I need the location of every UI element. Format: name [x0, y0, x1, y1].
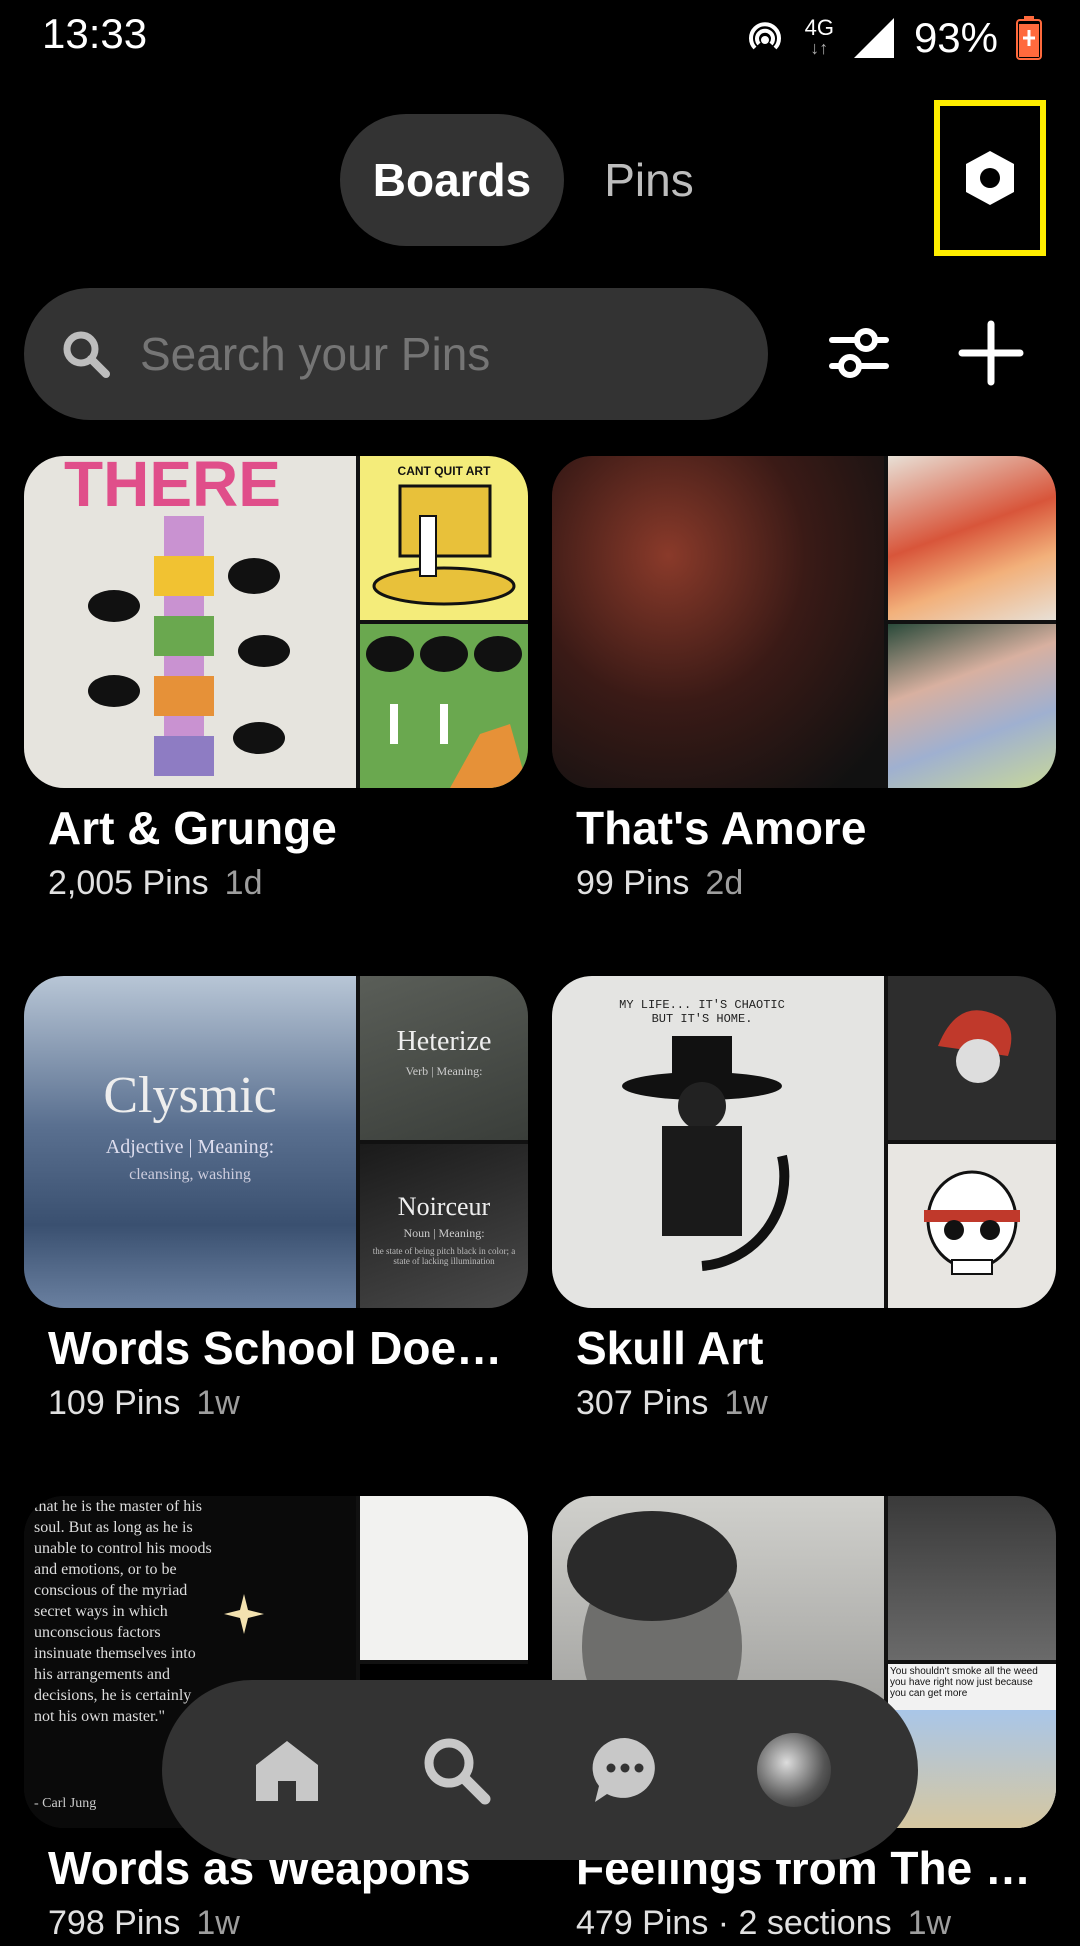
status-bar: 13:33 4G ↓↑ 93%	[0, 0, 1080, 76]
board-image	[360, 624, 528, 788]
nav-messages[interactable]	[585, 1730, 665, 1810]
board-title: That's Amore	[576, 802, 867, 854]
board-age: 1w	[724, 1384, 768, 1422]
nav-search[interactable]	[416, 1730, 496, 1810]
board-image	[888, 1496, 1056, 1660]
board-meta: 479 Pins · 2 sections 1w	[576, 1900, 1056, 1946]
tab-boards[interactable]: Boards	[340, 114, 564, 246]
status-time: 13:33	[42, 10, 148, 57]
board-image: Noirceur Noun | Meaning: the state of be…	[360, 1144, 528, 1308]
board-age: 2d	[705, 864, 744, 902]
board-cover-image: MY LIFE... IT'S CHAOTIC BUT IT'S HOME.	[552, 976, 884, 1308]
board-meta: 109 Pins 1w	[48, 1380, 528, 1426]
board-age: 1d	[224, 864, 263, 902]
board-image: CANT QUIT ART	[360, 456, 528, 620]
filter-icon	[829, 328, 889, 378]
bottom-navigation	[162, 1680, 918, 1860]
skull-artwork	[924, 1170, 1020, 1275]
totem-artwork: THERE	[64, 456, 290, 776]
data-arrows-icon: ↓↑	[810, 38, 829, 58]
board-image	[888, 456, 1056, 620]
signal-icon	[853, 18, 894, 58]
pin-count: 2,005 Pins	[48, 864, 209, 902]
tile-caption: MY LIFE... IT'S CHAOTIC BUT IT'S HOME.	[619, 998, 785, 1026]
board-age: 1w	[196, 1904, 240, 1942]
search-icon	[63, 331, 110, 378]
comic-artwork	[366, 636, 528, 788]
tile-caption: the state of being pitch black in color;…	[372, 1246, 516, 1266]
board-age: 1w	[907, 1904, 952, 1942]
svg-text:THERE: THERE	[64, 456, 281, 520]
board-title: Art & Grunge	[48, 802, 337, 854]
board-image	[360, 1496, 528, 1660]
pin-count: 109 Pins	[48, 1384, 181, 1422]
tile-caption: Noun | Meaning:	[403, 1226, 485, 1240]
board-card[interactable]: THERE CANT QUIT ART Art & Grunge 2,005 P…	[24, 456, 528, 906]
board-collage[interactable]: MY LIFE... IT'S CHAOTIC BUT IT'S HOME.	[552, 976, 1056, 1308]
tile-caption: You shouldn't smoke all the weed you hav…	[890, 1666, 1038, 1699]
board-title: Words School Does…	[48, 1322, 518, 1374]
comic-artwork	[372, 484, 516, 606]
tile-caption: cleansing, washing	[129, 1166, 251, 1183]
board-cover-image	[552, 456, 884, 788]
board-cover-image: Clysmic Adjective | Meaning: cleansing, …	[24, 976, 356, 1308]
pin-count: 307 Pins	[576, 1384, 709, 1422]
tile-word: Noirceur	[397, 1192, 491, 1221]
tile-caption: Verb | Meaning:	[405, 1064, 483, 1078]
search-nav-icon	[424, 1738, 490, 1805]
board-collage[interactable]	[552, 456, 1056, 788]
board-meta: 798 Pins 1w	[48, 1900, 528, 1946]
board-meta: 99 Pins 2d	[576, 860, 1056, 906]
board-image	[888, 1144, 1056, 1308]
board-meta: 2,005 Pins 1d	[48, 860, 528, 906]
nav-home[interactable]	[247, 1730, 327, 1810]
status-icons: 4G ↓↑ 93%	[743, 10, 1042, 66]
tab-pins[interactable]: Pins	[564, 114, 734, 246]
search-bar[interactable]	[24, 288, 768, 420]
network-type: 4G	[804, 15, 834, 40]
board-collage[interactable]: THERE CANT QUIT ART	[24, 456, 528, 788]
filter-button[interactable]	[824, 318, 894, 388]
plus-icon	[958, 320, 1024, 386]
board-pin-tabs: Boards Pins	[340, 114, 734, 246]
board-title: Skull Art	[576, 1322, 764, 1374]
tile-word: Clysmic	[103, 1067, 277, 1124]
pin-count: 798 Pins	[48, 1904, 181, 1942]
board-image	[888, 976, 1056, 1140]
board-cover-image: THERE	[24, 456, 356, 788]
board-collage[interactable]: Clysmic Adjective | Meaning: cleansing, …	[24, 976, 528, 1308]
board-age: 1w	[196, 1384, 240, 1422]
nav-profile[interactable]	[754, 1730, 834, 1810]
tile-word: Heterize	[396, 1026, 492, 1057]
jester-artwork	[938, 1010, 1012, 1083]
board-image	[888, 624, 1056, 788]
hotspot-icon	[748, 22, 781, 50]
battery-icon	[1016, 16, 1042, 60]
board-image: Heterize Verb | Meaning:	[360, 976, 528, 1140]
avatar	[756, 1733, 831, 1807]
settings-hex-icon	[966, 151, 1014, 205]
tile-caption: Adjective | Meaning:	[105, 1136, 275, 1158]
pin-count: 479 Pins · 2 sections	[576, 1904, 892, 1942]
battery-percent: 93%	[913, 14, 998, 61]
board-card[interactable]: Clysmic Adjective | Meaning: cleansing, …	[24, 976, 528, 1426]
board-card[interactable]: That's Amore 99 Pins 2d	[552, 456, 1056, 906]
network-indicator: 4G ↓↑	[804, 15, 834, 59]
pin-count: 99 Pins	[576, 864, 690, 902]
home-icon	[255, 1741, 318, 1801]
search-input[interactable]	[138, 326, 702, 382]
tile-caption: CANT QUIT ART	[397, 464, 491, 478]
settings-button[interactable]	[934, 100, 1046, 256]
board-card[interactable]: MY LIFE... IT'S CHAOTIC BUT IT'S HOME. S…	[552, 976, 1056, 1426]
chat-icon	[592, 1737, 655, 1802]
add-button[interactable]	[956, 318, 1026, 388]
board-meta: 307 Pins 1w	[576, 1380, 1056, 1426]
